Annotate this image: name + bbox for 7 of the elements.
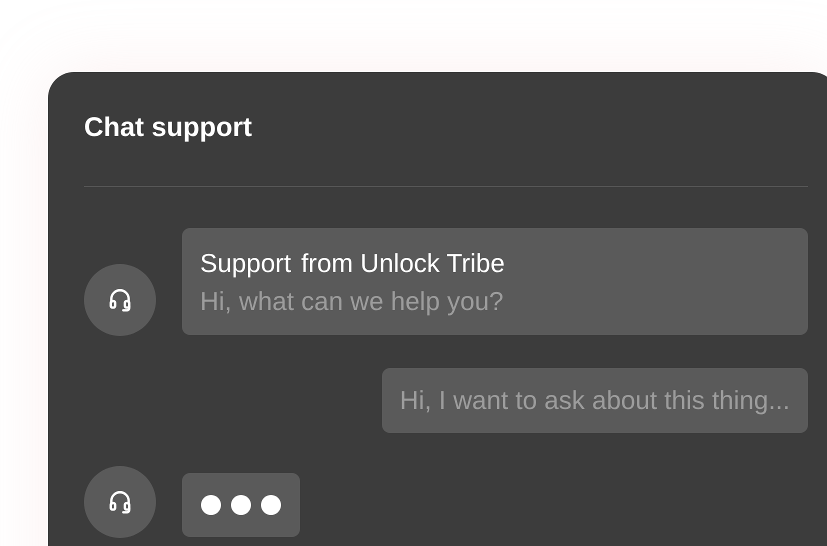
- message-text: Hi, what can we help you?: [200, 285, 505, 318]
- sender-name: Support: [200, 247, 292, 280]
- headset-icon: [107, 287, 133, 313]
- headset-icon: [107, 489, 133, 515]
- message-text: Hi, I want to ask about this thing...: [400, 384, 790, 417]
- sender-note: from Unlock Tribe: [301, 247, 505, 280]
- panel-title: Chat support: [84, 112, 253, 142]
